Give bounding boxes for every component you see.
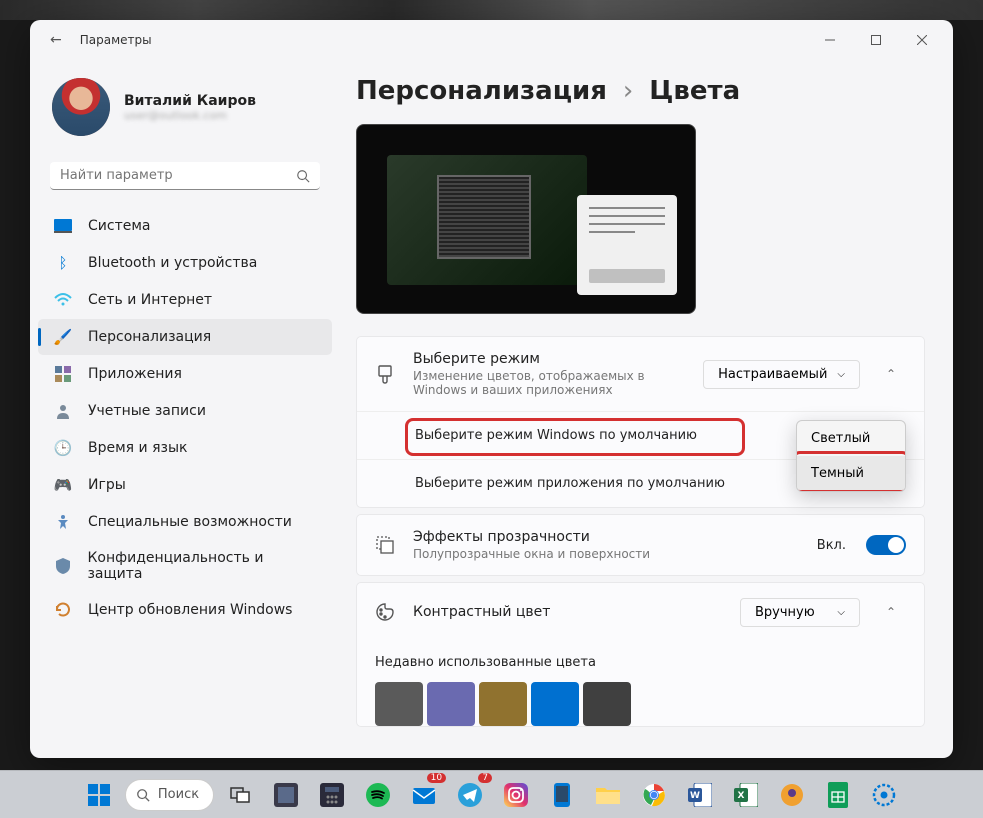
breadcrumb: Персонализация › Цвета <box>356 76 925 106</box>
breadcrumb-current: Цвета <box>649 76 740 106</box>
mode-card: Выберите режим Изменение цветов, отображ… <box>356 336 925 508</box>
color-swatch[interactable] <box>583 682 631 726</box>
person-icon <box>54 402 72 420</box>
theme-preview <box>356 124 696 314</box>
windows-mode-row: Выберите режим Windows по умолчанию Свет… <box>357 411 924 459</box>
nav-privacy[interactable]: Конфиденциальность и защита <box>38 541 332 591</box>
transparency-toggle[interactable] <box>866 535 906 555</box>
taskbar-app-sheets[interactable] <box>818 775 858 815</box>
taskbar-app-instagram[interactable] <box>496 775 536 815</box>
nav-accessibility[interactable]: Специальные возможности <box>38 504 332 540</box>
nav-gaming[interactable]: 🎮Игры <box>38 467 332 503</box>
taskbar-app-telegram[interactable]: 7 <box>450 775 490 815</box>
content-pane: Персонализация › Цвета Выберите режим Из… <box>340 60 953 758</box>
taskbar[interactable]: Поиск 10 7 W X <box>0 770 983 818</box>
settings-window: ← Параметры Виталий Каиров user@outlook.… <box>30 20 953 758</box>
svg-text:X: X <box>738 791 745 801</box>
nav-bluetooth[interactable]: ᛒBluetooth и устройства <box>38 245 332 281</box>
taskbar-app-generic[interactable] <box>772 775 812 815</box>
option-dark[interactable]: Темный <box>797 456 905 491</box>
back-button[interactable]: ← <box>50 32 62 48</box>
nav-personalization[interactable]: 🖌️Персонализация <box>38 319 332 355</box>
accessibility-icon <box>54 513 72 531</box>
apps-icon <box>54 365 72 383</box>
option-light[interactable]: Светлый <box>797 421 905 456</box>
user-profile[interactable]: Виталий Каиров user@outlook.com <box>38 72 332 154</box>
transparency-icon <box>375 535 397 555</box>
search-input[interactable] <box>60 168 296 183</box>
transparency-card: Эффекты прозрачности Полупрозрачные окна… <box>356 514 925 576</box>
palette-icon <box>375 602 397 622</box>
paintbrush-icon: 🖌️ <box>54 328 72 346</box>
search-icon <box>296 169 310 183</box>
shield-icon <box>54 557 71 575</box>
taskbar-search[interactable]: Поиск <box>125 779 214 811</box>
display-icon <box>54 217 72 235</box>
taskbar-app-spotify[interactable] <box>358 775 398 815</box>
windows-mode-dropdown-open[interactable]: Светлый Темный <box>796 420 906 492</box>
taskbar-app-phone[interactable] <box>542 775 582 815</box>
color-swatch[interactable] <box>479 682 527 726</box>
nav-time-language[interactable]: 🕒Время и язык <box>38 430 332 466</box>
nav-accounts[interactable]: Учетные записи <box>38 393 332 429</box>
accent-dropdown[interactable]: Вручную⌵ <box>740 598 860 627</box>
taskbar-app-settings[interactable] <box>864 775 904 815</box>
nav-update[interactable]: Центр обновления Windows <box>38 592 332 628</box>
chevron-right-icon: › <box>623 76 633 106</box>
taskbar-app-explorer[interactable] <box>588 775 628 815</box>
update-icon <box>54 601 72 619</box>
transparency-title: Эффекты прозрачности <box>413 529 801 545</box>
search-box[interactable] <box>50 162 320 190</box>
taskbar-app-calculator[interactable] <box>312 775 352 815</box>
task-view-button[interactable] <box>220 775 260 815</box>
collapse-button[interactable]: ⌃ <box>876 359 906 389</box>
globe-clock-icon: 🕒 <box>54 439 72 457</box>
nav-apps[interactable]: Приложения <box>38 356 332 392</box>
minimize-button[interactable] <box>807 24 853 56</box>
user-email: user@outlook.com <box>124 109 256 122</box>
mode-dropdown[interactable]: Настраиваемый⌵ <box>703 360 860 389</box>
recent-colors-title: Недавно использованные цвета <box>357 641 924 678</box>
accent-card: Контрастный цвет Вручную⌵ ⌃ Недавно испо… <box>356 582 925 727</box>
wifi-icon <box>54 291 72 309</box>
toggle-state-label: Вкл. <box>817 538 846 553</box>
collapse-button[interactable]: ⌃ <box>876 597 906 627</box>
chevron-down-icon: ⌵ <box>837 607 845 618</box>
breadcrumb-parent[interactable]: Персонализация <box>356 76 607 106</box>
nav-system[interactable]: Система <box>38 208 332 244</box>
maximize-button[interactable] <box>853 24 899 56</box>
user-name: Виталий Каиров <box>124 93 256 109</box>
taskbar-app-word[interactable]: W <box>680 775 720 815</box>
color-swatch[interactable] <box>375 682 423 726</box>
taskbar-app-chrome[interactable] <box>634 775 674 815</box>
taskbar-app-notepad[interactable] <box>266 775 306 815</box>
taskbar-app-mail[interactable]: 10 <box>404 775 444 815</box>
transparency-subtitle: Полупрозрачные окна и поверхности <box>413 547 801 561</box>
gamepad-icon: 🎮 <box>54 476 72 494</box>
mode-title: Выберите режим <box>413 351 687 367</box>
recent-colors <box>357 678 924 726</box>
close-button[interactable] <box>899 24 945 56</box>
brush-icon <box>375 364 397 384</box>
accent-title: Контрастный цвет <box>413 604 724 620</box>
sidebar: Виталий Каиров user@outlook.com Система … <box>30 60 340 758</box>
color-swatch[interactable] <box>531 682 579 726</box>
svg-text:W: W <box>690 791 700 801</box>
nav-network[interactable]: Сеть и Интернет <box>38 282 332 318</box>
nav-list: Система ᛒBluetooth и устройства Сеть и И… <box>38 208 332 628</box>
chevron-down-icon: ⌵ <box>837 369 845 380</box>
taskbar-app-excel[interactable]: X <box>726 775 766 815</box>
mode-subtitle: Изменение цветов, отображаемых в Windows… <box>413 369 687 397</box>
bluetooth-icon: ᛒ <box>54 254 72 272</box>
avatar <box>52 78 110 136</box>
color-swatch[interactable] <box>427 682 475 726</box>
titlebar: ← Параметры <box>30 20 953 60</box>
start-button[interactable] <box>79 775 119 815</box>
window-title: Параметры <box>80 33 152 47</box>
